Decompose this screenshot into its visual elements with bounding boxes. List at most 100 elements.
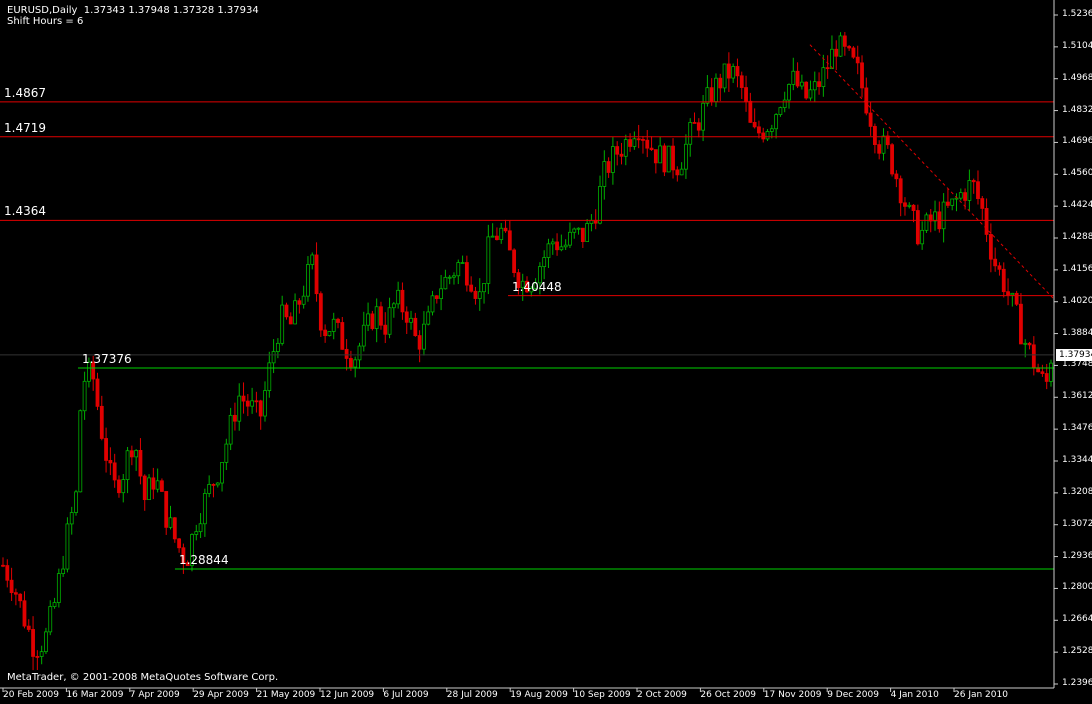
candle-body <box>477 291 482 299</box>
candle-body <box>160 480 164 492</box>
candle-body <box>112 462 117 481</box>
candle-body <box>13 592 18 595</box>
candle-body <box>323 329 328 337</box>
candle-body <box>941 201 946 230</box>
candle-body <box>164 491 169 528</box>
candle-body <box>688 122 693 145</box>
candle-body <box>254 400 259 403</box>
candle-body <box>744 87 748 102</box>
candle-body <box>237 395 242 422</box>
candle-body <box>997 265 1002 270</box>
time-tick-label: 16 Mar 2009 <box>66 690 124 700</box>
price-tick-label: 1.33440 <box>1062 455 1092 465</box>
candle-body <box>417 335 422 350</box>
candle-body <box>245 400 250 407</box>
candle-body <box>752 121 757 128</box>
candle-body <box>95 378 100 407</box>
candle-body <box>799 81 804 87</box>
candle-body <box>284 304 289 318</box>
candle-body <box>155 480 160 490</box>
candle-body <box>958 192 963 199</box>
candle-body <box>774 114 779 130</box>
candle-body <box>933 211 937 222</box>
level-140448-label: 1.40448 <box>512 279 562 294</box>
candle-body <box>1006 291 1010 296</box>
candle-body <box>267 362 272 391</box>
candle-body <box>486 236 491 284</box>
time-tick-label: 9 Dec 2009 <box>827 690 879 700</box>
candle-body <box>722 63 727 89</box>
candle-body <box>443 276 448 290</box>
candle-body <box>739 75 744 88</box>
current-price-box: 1.37934 <box>1056 348 1092 361</box>
candle-body <box>645 139 650 149</box>
candle-body <box>653 149 658 164</box>
time-tick-label: 28 Jul 2009 <box>446 690 498 700</box>
candle-body <box>1049 362 1053 382</box>
candle-body <box>714 77 718 102</box>
candle-body <box>460 262 465 264</box>
candle-body <box>121 479 126 494</box>
candle-body <box>671 145 675 171</box>
candle-body <box>615 146 620 155</box>
candle-body <box>370 313 375 329</box>
price-tick-label: 1.48320 <box>1062 104 1092 115</box>
candle-body <box>580 227 585 242</box>
candle-body <box>331 318 336 332</box>
price-chart[interactable] <box>0 0 1092 704</box>
candle-body <box>361 324 366 347</box>
candle-body <box>1014 292 1019 305</box>
candle-body <box>99 405 104 439</box>
candle-body <box>641 138 645 141</box>
candle-body <box>976 181 980 199</box>
candle-body <box>1019 303 1023 345</box>
candle-body <box>22 600 27 627</box>
candle-body <box>825 67 830 70</box>
candle-body <box>920 229 925 245</box>
candle-body <box>464 262 469 286</box>
candle-body <box>860 62 864 89</box>
candle-body <box>207 484 212 494</box>
candle-body <box>306 264 310 297</box>
candle-body <box>769 128 774 132</box>
level-14364-label: 1.4364 <box>4 204 46 219</box>
candle-body <box>623 139 628 157</box>
candle-body <box>855 56 860 64</box>
candle-body <box>812 81 817 91</box>
candle-body <box>142 475 147 501</box>
candle-body <box>404 311 409 323</box>
price-tick-label: 1.45600 <box>1062 168 1092 179</box>
candle-body <box>413 317 418 336</box>
candle-body <box>555 241 559 251</box>
candle-body <box>924 214 929 231</box>
time-tick-label: 7 Apr 2009 <box>129 690 180 700</box>
candle-body <box>250 400 255 407</box>
price-tick-label: 1.42880 <box>1062 232 1092 242</box>
candle-body <box>1044 373 1049 382</box>
candle-body <box>310 254 315 265</box>
candle-body <box>903 202 907 207</box>
candle-body <box>469 284 474 292</box>
candle-body <box>877 144 882 154</box>
candle-body <box>297 300 302 305</box>
candle-body <box>198 523 203 533</box>
time-tick-label: 21 May 2009 <box>256 690 316 700</box>
candle-body <box>82 380 87 412</box>
candle-body <box>782 99 787 109</box>
candle-body <box>318 293 323 331</box>
candle-body <box>705 87 710 104</box>
candle-body <box>1040 371 1045 374</box>
candle-body <box>787 84 791 101</box>
candle-body <box>177 538 181 549</box>
candle-body <box>26 625 31 630</box>
price-tick-label: 1.52360 <box>1062 9 1092 19</box>
candle-body <box>271 351 276 364</box>
candle-body <box>1 564 5 567</box>
candle-body <box>194 531 199 535</box>
candle-body <box>9 579 14 594</box>
candle-body <box>507 230 512 251</box>
candle-body <box>129 450 134 458</box>
time-tick-label: 26 Oct 2009 <box>700 690 757 700</box>
candle-body <box>915 210 920 245</box>
candle-body <box>542 257 547 268</box>
